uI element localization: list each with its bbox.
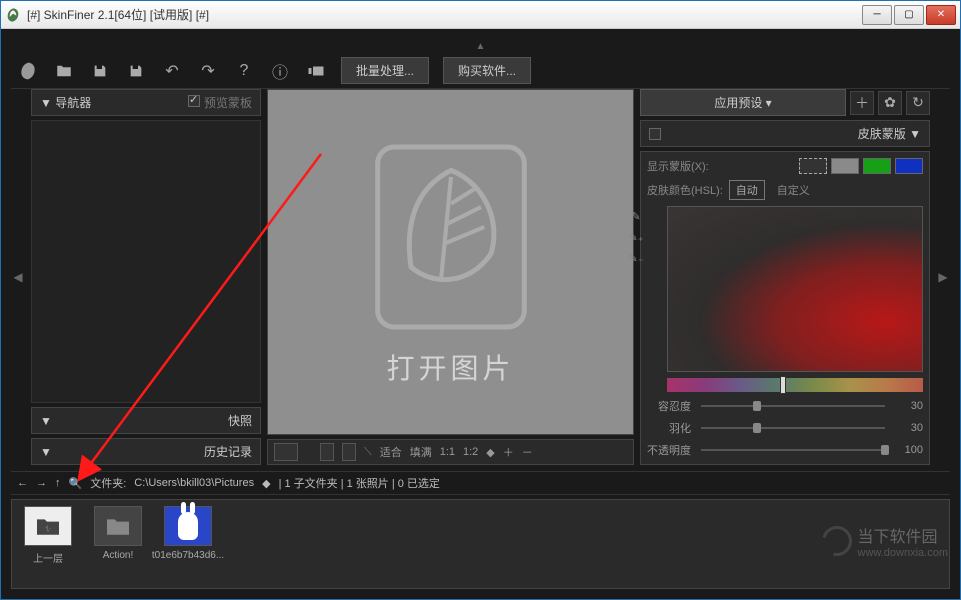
path-dropdown-icon[interactable]: ◆ <box>262 477 270 490</box>
zoom-fit-button[interactable]: 适合 <box>380 444 402 460</box>
skin-hsl-label: 皮肤颜色(HSL): <box>647 182 723 198</box>
compare-single-icon[interactable] <box>274 443 298 461</box>
feather-slider[interactable]: 羽化 30 <box>647 420 923 436</box>
file-browser: 上一层 Action! t01e6b7b43d6... <box>11 499 950 589</box>
zoom-slider-icon[interactable]: ⟍ <box>364 446 372 459</box>
minimize-button[interactable]: ─ <box>862 5 892 25</box>
nav-left-icon[interactable]: ◀ <box>11 89 25 465</box>
snapshot-header[interactable]: ▼ 快照 <box>31 407 261 434</box>
compare-split-icon[interactable] <box>320 443 334 461</box>
mask-swatch-gray[interactable] <box>831 158 859 174</box>
leaf-logo-icon <box>17 60 39 82</box>
titlebar: [#] SkinFiner 2.1[64位] [试用版] [#] ─ ▢ ✕ <box>1 1 960 29</box>
help-icon[interactable]: ? <box>233 60 255 82</box>
close-button[interactable]: ✕ <box>926 5 956 25</box>
maximize-button[interactable]: ▢ <box>894 5 924 25</box>
nav-up-icon[interactable]: ↑ <box>55 477 61 489</box>
refresh-icon[interactable]: ↻ <box>906 91 930 115</box>
nav-back-icon[interactable]: ← <box>17 477 28 489</box>
navigator-header[interactable]: ▼ 导航器 预览蒙板 <box>31 89 261 116</box>
nav-right-icon[interactable]: ▶ <box>936 89 950 465</box>
window-title: [#] SkinFiner 2.1[64位] [试用版] [#] <box>27 6 860 23</box>
zoom-12-button[interactable]: 1:2 <box>463 446 478 458</box>
save-icon[interactable] <box>89 60 111 82</box>
zoom-dropdown-icon[interactable]: ◆ <box>486 446 494 459</box>
folder-label: 文件夹: <box>90 475 126 491</box>
right-panel: 应用预设 ▾ ＋ ✿ ↻ 皮肤蒙版 ▼ 显示蒙版(X): <box>640 89 930 465</box>
mask-swatch-green[interactable] <box>863 158 891 174</box>
apply-preset-button[interactable]: 应用预设 ▾ <box>640 89 846 116</box>
plugin-icon[interactable] <box>305 60 327 82</box>
nav-forward-icon[interactable]: → <box>36 477 47 489</box>
zoom-minus-icon[interactable]: － <box>522 444 533 460</box>
tolerance-slider[interactable]: 容忍度 30 <box>647 398 923 414</box>
left-panel: ▼ 导航器 预览蒙板 ▼ 快照 ▼ 历史记录 <box>31 89 261 465</box>
zoom-11-button[interactable]: 1:1 <box>440 446 455 458</box>
mask-swatch-blue[interactable] <box>895 158 923 174</box>
gear-icon[interactable]: ✿ <box>878 91 902 115</box>
eyedropper-sub-icon[interactable]: ✎₋ <box>628 252 643 265</box>
open-folder-icon[interactable] <box>53 60 75 82</box>
batch-process-button[interactable]: 批量处理... <box>341 57 429 84</box>
show-mask-label: 显示蒙版(X): <box>647 158 709 174</box>
thumb-image-miffy[interactable]: t01e6b7b43d6... <box>158 506 218 582</box>
folder-info: | 1 子文件夹 | 1 张照片 | 0 已选定 <box>279 475 440 491</box>
info-icon[interactable]: ⓘ <box>269 60 291 82</box>
thumb-up-folder[interactable]: 上一层 <box>18 506 78 582</box>
breadcrumb-bar: ← → ↑ 🔍 文件夹: C:\Users\bkill03\Pictures ◆… <box>11 471 950 495</box>
collapse-top-icon[interactable]: ▲ <box>11 39 950 53</box>
opacity-slider[interactable]: 不透明度 100 <box>647 442 923 458</box>
compare-side-icon[interactable] <box>342 443 356 461</box>
skin-mask-body: 显示蒙版(X): 皮肤颜色(HSL): 自动 自定义 ✎ <box>640 151 930 465</box>
buy-software-button[interactable]: 购买软件... <box>443 57 531 84</box>
skin-mask-checkbox[interactable] <box>649 128 661 140</box>
history-header[interactable]: ▼ 历史记录 <box>31 438 261 465</box>
thumb-folder-action[interactable]: Action! <box>88 506 148 582</box>
open-image-text: 打开图片 <box>386 347 514 387</box>
color-picker-area[interactable] <box>667 206 923 372</box>
preview-mask-checkbox[interactable] <box>188 95 200 107</box>
undo-icon[interactable]: ↶ <box>161 60 183 82</box>
zoom-plus-icon[interactable]: ＋ <box>503 444 514 460</box>
skin-mask-header[interactable]: 皮肤蒙版 ▼ <box>640 120 930 147</box>
zoom-bar: ⟍ 适合 填满 1:1 1:2 ◆ ＋ － <box>267 439 634 465</box>
canvas-area[interactable]: 打开图片 <box>267 89 634 435</box>
hsl-auto-button[interactable]: 自动 <box>729 180 765 200</box>
zoom-fill-button[interactable]: 填满 <box>410 444 432 460</box>
hsl-custom-button[interactable]: 自定义 <box>771 181 816 199</box>
mask-swatch-none[interactable] <box>799 158 827 174</box>
navigator-body <box>31 120 261 403</box>
redo-icon[interactable]: ↷ <box>197 60 219 82</box>
eyedropper-add-icon[interactable]: ✎₊ <box>628 231 643 244</box>
folder-path[interactable]: C:\Users\bkill03\Pictures <box>134 477 254 489</box>
eyedropper-icon[interactable]: ✎ <box>631 210 640 223</box>
save-as-icon[interactable] <box>125 60 147 82</box>
add-preset-icon[interactable]: ＋ <box>850 91 874 115</box>
main-toolbar: ↶ ↷ ? ⓘ 批量处理... 购买软件... <box>11 53 950 89</box>
center-panel: 打开图片 ⟍ 适合 填满 1:1 1:2 ◆ ＋ － <box>267 89 634 465</box>
search-icon[interactable]: 🔍 <box>69 477 83 490</box>
canvas-leaf-icon <box>361 137 541 337</box>
app-icon <box>5 7 21 23</box>
hue-slider[interactable] <box>667 378 923 392</box>
